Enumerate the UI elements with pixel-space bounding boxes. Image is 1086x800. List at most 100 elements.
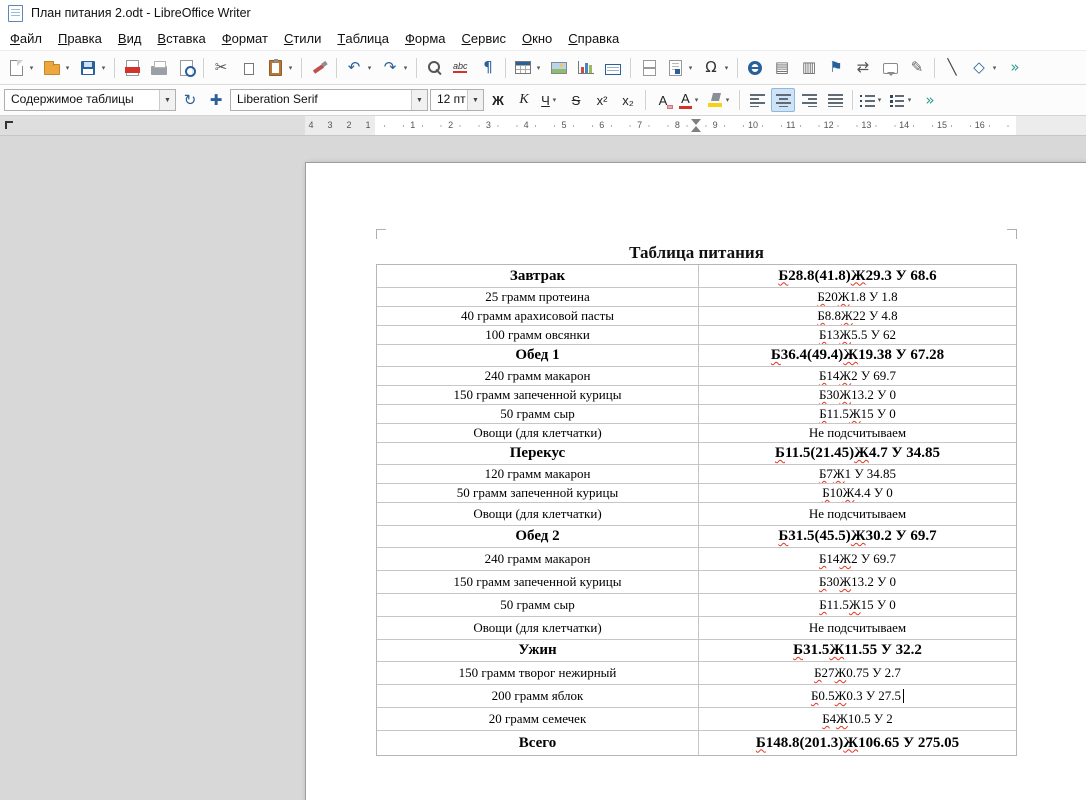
nutrition-value-cell[interactable]: Б 11.5(21.45) Ж 4.7 У 34.85 (699, 443, 1016, 464)
meal-name-cell[interactable]: Овощи (для клетчатки) (377, 617, 699, 639)
align-center-button[interactable] (771, 88, 795, 112)
insert-field-button[interactable]: ▾ (662, 54, 697, 81)
dropdown-arrow-icon[interactable]: ▾ (99, 64, 108, 72)
meal-name-cell[interactable]: 200 грамм яблок (377, 685, 699, 707)
save-button[interactable]: ▾ (75, 54, 110, 81)
meal-name-cell[interactable]: 20 грамм семечек (377, 708, 699, 730)
dropdown-arrow-icon[interactable]: ▼ (159, 90, 175, 110)
fmtbar-overflow-button[interactable]: » (918, 88, 942, 112)
numbered-list-button[interactable]: ▾ (888, 88, 916, 112)
nutrition-value-cell[interactable]: Б 7 Ж 1 У 34.85 (699, 465, 1016, 483)
menu-item-help[interactable]: Справка (560, 26, 627, 50)
dropdown-arrow-icon[interactable]: ▾ (905, 96, 914, 104)
page[interactable]: Таблица питания Завтрак Б 28.8(41.8) Ж 29… (305, 162, 1086, 800)
meal-name-cell[interactable]: 50 грамм запеченной курицы (377, 484, 699, 502)
toolbar-overflow-button[interactable]: » (1002, 54, 1028, 81)
dropdown-arrow-icon[interactable]: ▾ (722, 64, 731, 72)
tab-stop-selector-icon[interactable] (5, 121, 13, 129)
meal-name-cell[interactable]: 150 грамм творог нежирный (377, 662, 699, 684)
dropdown-arrow-icon[interactable]: ▾ (686, 64, 695, 72)
dropdown-arrow-icon[interactable]: ▾ (534, 64, 543, 72)
insert-footnote-button[interactable]: ▤ (769, 54, 795, 81)
menu-item-format[interactable]: Формат (214, 26, 276, 50)
nutrition-value-cell[interactable]: Б 31.5(45.5) Ж 30.2 У 69.7 (699, 526, 1016, 547)
nutrition-value-cell[interactable]: Б 31.5 Ж 11.55 У 32.2 (699, 640, 1016, 661)
horizontal-ruler[interactable]: 4 3 2 1 1 2 3 4 5 6 7 8 9 10 11 12 13 14 15 16 (0, 116, 1086, 136)
font-size-select[interactable]: 12 пт ▼ (430, 89, 484, 111)
meal-name-cell[interactable]: 40 грамм арахисовой пасты (377, 307, 699, 325)
bold-button[interactable]: Ж (486, 88, 510, 112)
insert-textbox-button[interactable] (600, 54, 626, 81)
meal-name-cell[interactable]: Перекус (377, 443, 699, 464)
insert-cross-reference-button[interactable]: ⇄ (850, 54, 876, 81)
insert-chart-button[interactable] (573, 54, 599, 81)
meal-name-cell[interactable]: Овощи (для клетчатки) (377, 503, 699, 525)
nutrition-value-cell[interactable]: Б 27 Ж 0.75 У 2.7 (699, 662, 1016, 684)
nutrition-value-cell[interactable]: Б 8.8 Ж 22 У 4.8 (699, 307, 1016, 325)
document-title[interactable]: Таблица питания (376, 242, 1017, 263)
nutrition-value-cell[interactable]: Б 148.8(201.3) Ж 106.65 У 275.05 (699, 731, 1016, 755)
clear-formatting-button[interactable]: А (651, 88, 675, 112)
meal-name-cell[interactable]: Овощи (для клетчатки) (377, 424, 699, 442)
dropdown-arrow-icon[interactable]: ▾ (401, 64, 410, 72)
insert-line-button[interactable]: ╲ (939, 54, 965, 81)
formatting-marks-button[interactable]: ¶ (475, 54, 501, 81)
subscript-button[interactable]: x₂ (616, 88, 640, 112)
insert-hyperlink-button[interactable] (742, 54, 768, 81)
insert-image-button[interactable] (546, 54, 572, 81)
menu-item-insert[interactable]: Вставка (149, 26, 213, 50)
nutrition-value-cell[interactable]: Б 30 Ж 13.2 У 0 (699, 386, 1016, 404)
nutrition-value-cell[interactable]: Не подсчитываем (699, 617, 1016, 639)
menu-item-styles[interactable]: Стили (276, 26, 329, 50)
italic-button[interactable]: К (512, 88, 536, 112)
dropdown-arrow-icon[interactable]: ▾ (286, 64, 295, 72)
nutrition-value-cell[interactable]: Б 14 Ж 2 У 69.7 (699, 367, 1016, 385)
insert-table-button[interactable]: ▾ (510, 54, 545, 81)
meal-name-cell[interactable]: 240 грамм макарон (377, 548, 699, 570)
dropdown-arrow-icon[interactable]: ▾ (990, 64, 999, 72)
insert-comment-button[interactable] (877, 54, 903, 81)
dropdown-arrow-icon[interactable]: ▾ (63, 64, 72, 72)
highlight-color-button[interactable]: ▾ (705, 88, 734, 112)
superscript-button[interactable]: x² (590, 88, 614, 112)
meal-name-cell[interactable]: Ужин (377, 640, 699, 661)
menu-item-tools[interactable]: Сервис (454, 26, 515, 50)
underline-button[interactable]: Ч ▾ (538, 88, 562, 112)
meal-name-cell[interactable]: 50 грамм сыр (377, 405, 699, 423)
nutrition-value-cell[interactable]: Б 36.4(49.4) Ж 19.38 У 67.28 (699, 345, 1016, 366)
nutrition-value-cell[interactable]: Б 30 Ж 13.2 У 0 (699, 571, 1016, 593)
insert-bookmark-button[interactable]: ⚑ (823, 54, 849, 81)
strikethrough-button[interactable]: S (564, 88, 588, 112)
dropdown-arrow-icon[interactable]: ▾ (27, 64, 36, 72)
update-style-button[interactable]: ↻ (178, 88, 202, 112)
copy-button[interactable] (235, 54, 261, 81)
meal-name-cell[interactable]: Обед 2 (377, 526, 699, 547)
nutrition-value-cell[interactable]: Б 10 Ж 4.4 У 0 (699, 484, 1016, 502)
print-preview-button[interactable] (173, 54, 199, 81)
nutrition-value-cell[interactable]: Б 11.5 Ж 15 У 0 (699, 405, 1016, 423)
dropdown-arrow-icon[interactable]: ▾ (550, 96, 559, 104)
dropdown-arrow-icon[interactable]: ▾ (875, 96, 884, 104)
new-style-button[interactable]: ✚ (204, 88, 228, 112)
insert-page-break-button[interactable] (635, 54, 661, 81)
clone-formatting-button[interactable] (306, 54, 332, 81)
meal-name-cell[interactable]: 150 грамм запеченной курицы (377, 386, 699, 404)
insert-endnote-button[interactable]: ▥ (796, 54, 822, 81)
insert-special-char-button[interactable]: Ω ▾ (698, 54, 733, 81)
nutrition-value-cell[interactable]: Б 28.8(41.8) Ж 29.3 У 68.6 (699, 265, 1016, 287)
menu-item-form[interactable]: Форма (397, 26, 454, 50)
meal-name-cell[interactable]: 240 грамм макарон (377, 367, 699, 385)
paste-button[interactable]: ▾ (262, 54, 297, 81)
cut-button[interactable]: ✂ (208, 54, 234, 81)
font-name-select[interactable]: Liberation Serif ▼ (230, 89, 428, 111)
new-document-button[interactable]: ▾ (3, 54, 38, 81)
nutrition-value-cell[interactable]: Б 13 Ж 5.5 У 62 (699, 326, 1016, 344)
bullet-list-button[interactable]: ▾ (858, 88, 886, 112)
meal-name-cell[interactable]: Обед 1 (377, 345, 699, 366)
menu-item-view[interactable]: Вид (110, 26, 150, 50)
export-pdf-button[interactable] (119, 54, 145, 81)
menu-item-table[interactable]: Таблица (329, 26, 397, 50)
font-color-button[interactable]: А ▾ (677, 88, 703, 112)
nutrition-value-cell[interactable]: Б 4 Ж 10.5 У 2 (699, 708, 1016, 730)
spelling-button[interactable] (448, 54, 474, 81)
